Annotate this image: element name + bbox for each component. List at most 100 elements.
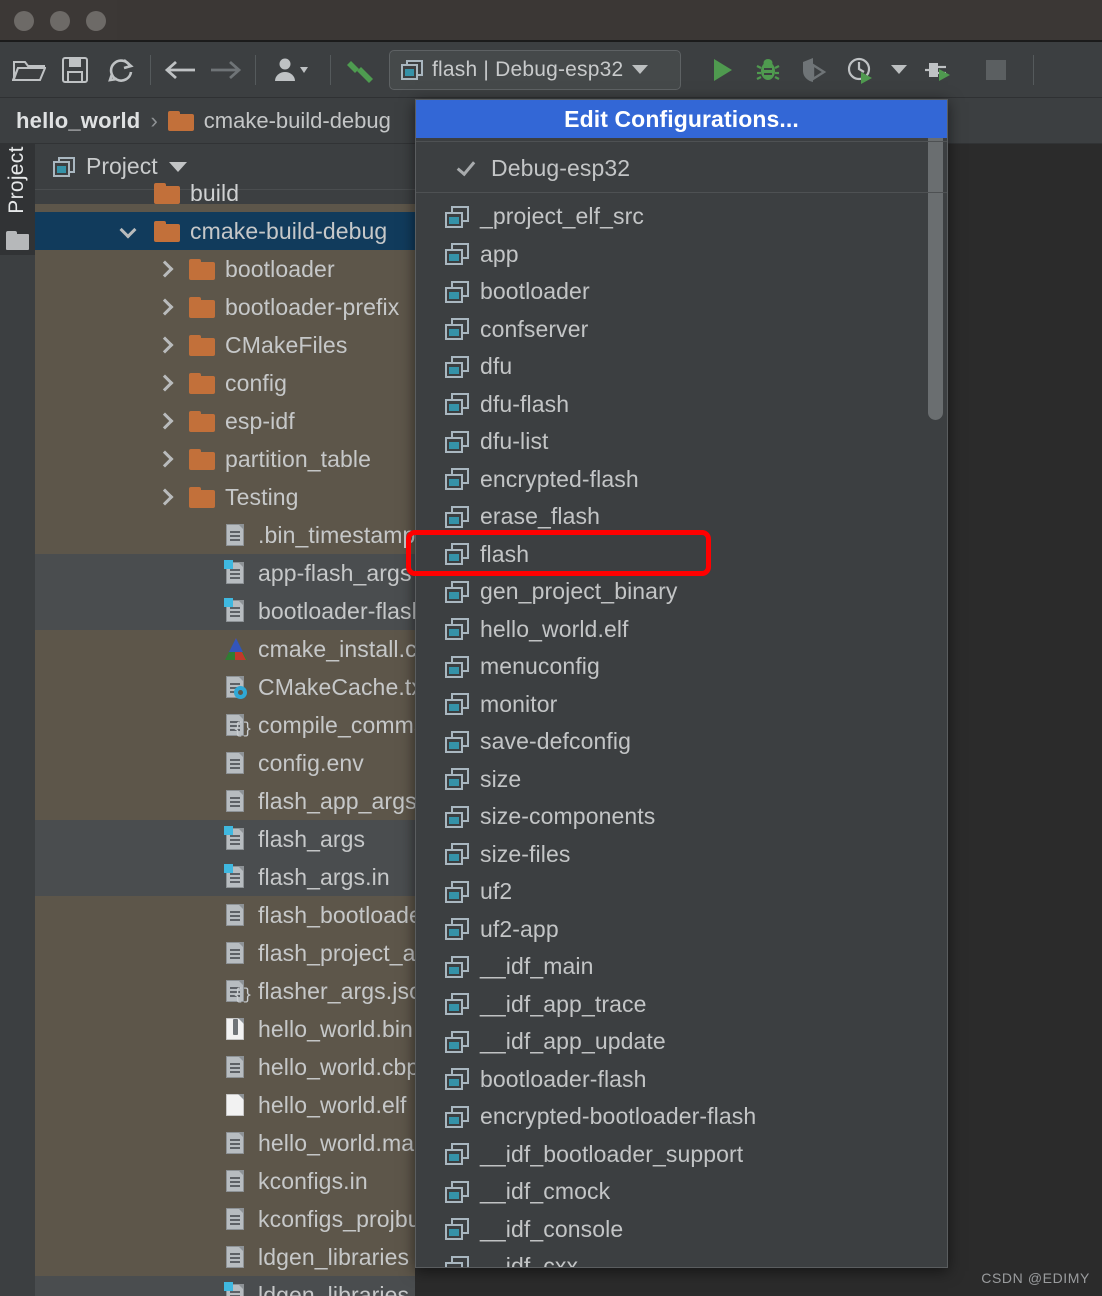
run-coverage-button[interactable] — [791, 48, 837, 92]
forward-icon[interactable] — [203, 48, 249, 92]
run-configuration-popup[interactable]: Edit Configurations... Debug-esp32 _projec… — [415, 99, 948, 1268]
menu-item-erase-flash[interactable]: erase_flash — [416, 498, 947, 536]
menu-item--idf-main[interactable]: __idf_main — [416, 948, 947, 986]
menu-item--idf-app-trace[interactable]: __idf_app_trace — [416, 986, 947, 1024]
menu-item-dfu-list[interactable]: dfu-list — [416, 423, 947, 461]
tree-row[interactable]: bootloader — [35, 250, 415, 288]
chevron-right-icon[interactable] — [155, 374, 173, 392]
menu-item-current-config[interactable]: Debug-esp32 — [416, 146, 947, 190]
open-folder-icon[interactable] — [6, 48, 52, 92]
maximize-button-icon[interactable] — [86, 11, 106, 31]
project-tab-button[interactable]: Project — [0, 144, 35, 255]
tree-row[interactable]: app-flash_args — [35, 554, 415, 592]
menu-item-bootloader[interactable]: bootloader — [416, 273, 947, 311]
build-hammer-icon[interactable] — [337, 48, 383, 92]
menu-item-bootloader-flash[interactable]: bootloader-flash — [416, 1061, 947, 1099]
tree-row[interactable]: CMakeCache.txt — [35, 668, 415, 706]
tree-row[interactable]: {}compile_commands.json — [35, 706, 415, 744]
main-toolbar: flash | Debug-esp32 — [0, 42, 1102, 98]
menu-item--idf-bootloader-support[interactable]: __idf_bootloader_support — [416, 1136, 947, 1174]
menu-item-uf2-app[interactable]: uf2-app — [416, 911, 947, 949]
menu-item--idf-console[interactable]: __idf_console — [416, 1211, 947, 1249]
tree-row[interactable]: cmake_install.cmake — [35, 630, 415, 668]
menu-item-gen-project-binary[interactable]: gen_project_binary — [416, 573, 947, 611]
stop-button[interactable] — [973, 48, 1019, 92]
tree-row[interactable]: partition_table — [35, 440, 415, 478]
tree-row[interactable]: flash_app_args — [35, 782, 415, 820]
tree-row[interactable]: flash_args.in — [35, 858, 415, 896]
chevron-down-icon[interactable] — [120, 222, 138, 240]
menu-item-dfu-flash[interactable]: dfu-flash — [416, 386, 947, 424]
tree-row[interactable]: flash_project_args — [35, 934, 415, 972]
back-icon[interactable] — [157, 48, 203, 92]
menu-item-monitor[interactable]: monitor — [416, 686, 947, 724]
chevron-right-icon[interactable] — [155, 298, 173, 316]
tree-row-label: compile_commands.json — [258, 711, 415, 738]
tree-row[interactable]: kconfigs.in — [35, 1162, 415, 1200]
profile-dropdown[interactable] — [883, 48, 915, 92]
project-file-tree[interactable]: build cmake-build-debug bootloader bootload… — [35, 180, 415, 1296]
minimize-button-icon[interactable] — [50, 11, 70, 31]
save-all-icon[interactable] — [52, 48, 98, 92]
tree-row[interactable]: ldgen_libraries — [35, 1238, 415, 1276]
chevron-right-icon[interactable] — [155, 488, 173, 506]
menu-item-encrypted-flash[interactable]: encrypted-flash — [416, 461, 947, 499]
attach-process-button[interactable] — [915, 48, 961, 92]
menu-item-encrypted-bootloader-flash[interactable]: encrypted-bootloader-flash — [416, 1098, 947, 1136]
menu-item-save-defconfig[interactable]: save-defconfig — [416, 723, 947, 761]
run-button[interactable] — [699, 48, 745, 92]
menu-item--idf-cxx[interactable]: __idf_cxx — [416, 1248, 947, 1267]
tree-row[interactable]: flash_bootloader_args — [35, 896, 415, 934]
menu-item-dfu[interactable]: dfu — [416, 348, 947, 386]
traffic-lights[interactable] — [14, 11, 106, 31]
menu-item-size-components[interactable]: size-components — [416, 798, 947, 836]
tree-row[interactable]: .bin_timestamp — [35, 516, 415, 554]
menu-item-uf2[interactable]: uf2 — [416, 873, 947, 911]
profile-button[interactable] — [837, 48, 883, 92]
vcs-user-icon[interactable] — [262, 48, 324, 92]
menu-item--idf-app-update[interactable]: __idf_app_update — [416, 1023, 947, 1061]
tree-row[interactable]: Testing — [35, 478, 415, 516]
tree-row[interactable]: cmake-build-debug — [35, 212, 415, 250]
menu-item-flash[interactable]: flash — [416, 536, 947, 574]
chevron-right-icon[interactable] — [155, 450, 173, 468]
debug-button[interactable] — [745, 48, 791, 92]
close-button-icon[interactable] — [14, 11, 34, 31]
tree-row[interactable]: config — [35, 364, 415, 402]
menu-item-size-files[interactable]: size-files — [416, 836, 947, 874]
tree-row[interactable]: esp-idf — [35, 402, 415, 440]
tree-row[interactable]: ldgen_libraries.in — [35, 1276, 415, 1296]
tree-row[interactable]: hello_world.cbp — [35, 1048, 415, 1086]
tree-row[interactable]: build — [35, 174, 415, 212]
menu-item-app[interactable]: app — [416, 236, 947, 274]
tree-row[interactable]: hello_world.map — [35, 1124, 415, 1162]
menu-item-confserver[interactable]: confserver — [416, 311, 947, 349]
chevron-right-icon[interactable] — [155, 412, 173, 430]
menu-item-menuconfig[interactable]: menuconfig — [416, 648, 947, 686]
run-configuration-icon — [445, 468, 469, 491]
breadcrumb-root[interactable]: hello_world — [16, 108, 140, 134]
tree-row[interactable]: kconfigs_projbuild.in — [35, 1200, 415, 1238]
chevron-down-icon[interactable] — [168, 161, 187, 172]
chevron-right-icon[interactable] — [155, 336, 173, 354]
tree-row[interactable]: bootloader-flash_args — [35, 592, 415, 630]
breadcrumb-current[interactable]: cmake-build-debug — [204, 108, 391, 134]
menu-item-edit-configurations[interactable]: Edit Configurations... — [416, 100, 947, 138]
menu-item--idf-cmock[interactable]: __idf_cmock — [416, 1173, 947, 1211]
tree-row[interactable]: config.env — [35, 744, 415, 782]
tree-row[interactable]: hello_world.bin — [35, 1010, 415, 1048]
menu-item-size[interactable]: size — [416, 761, 947, 799]
sync-icon[interactable] — [98, 48, 144, 92]
run-configuration-icon — [445, 1180, 469, 1203]
tree-row[interactable]: hello_world.elf — [35, 1086, 415, 1124]
chevron-right-icon[interactable] — [155, 260, 173, 278]
tree-row[interactable]: flash_args — [35, 820, 415, 858]
menu-item-label: _project_elf_src — [480, 203, 644, 230]
tree-row[interactable]: bootloader-prefix — [35, 288, 415, 326]
tree-row[interactable]: {}flasher_args.json — [35, 972, 415, 1010]
file-icon — [224, 1206, 248, 1232]
menu-item--project-elf-src[interactable]: _project_elf_src — [416, 198, 947, 236]
menu-item-hello-world-elf[interactable]: hello_world.elf — [416, 611, 947, 649]
tree-row[interactable]: CMakeFiles — [35, 326, 415, 364]
run-configuration-selector[interactable]: flash | Debug-esp32 — [389, 49, 681, 90]
